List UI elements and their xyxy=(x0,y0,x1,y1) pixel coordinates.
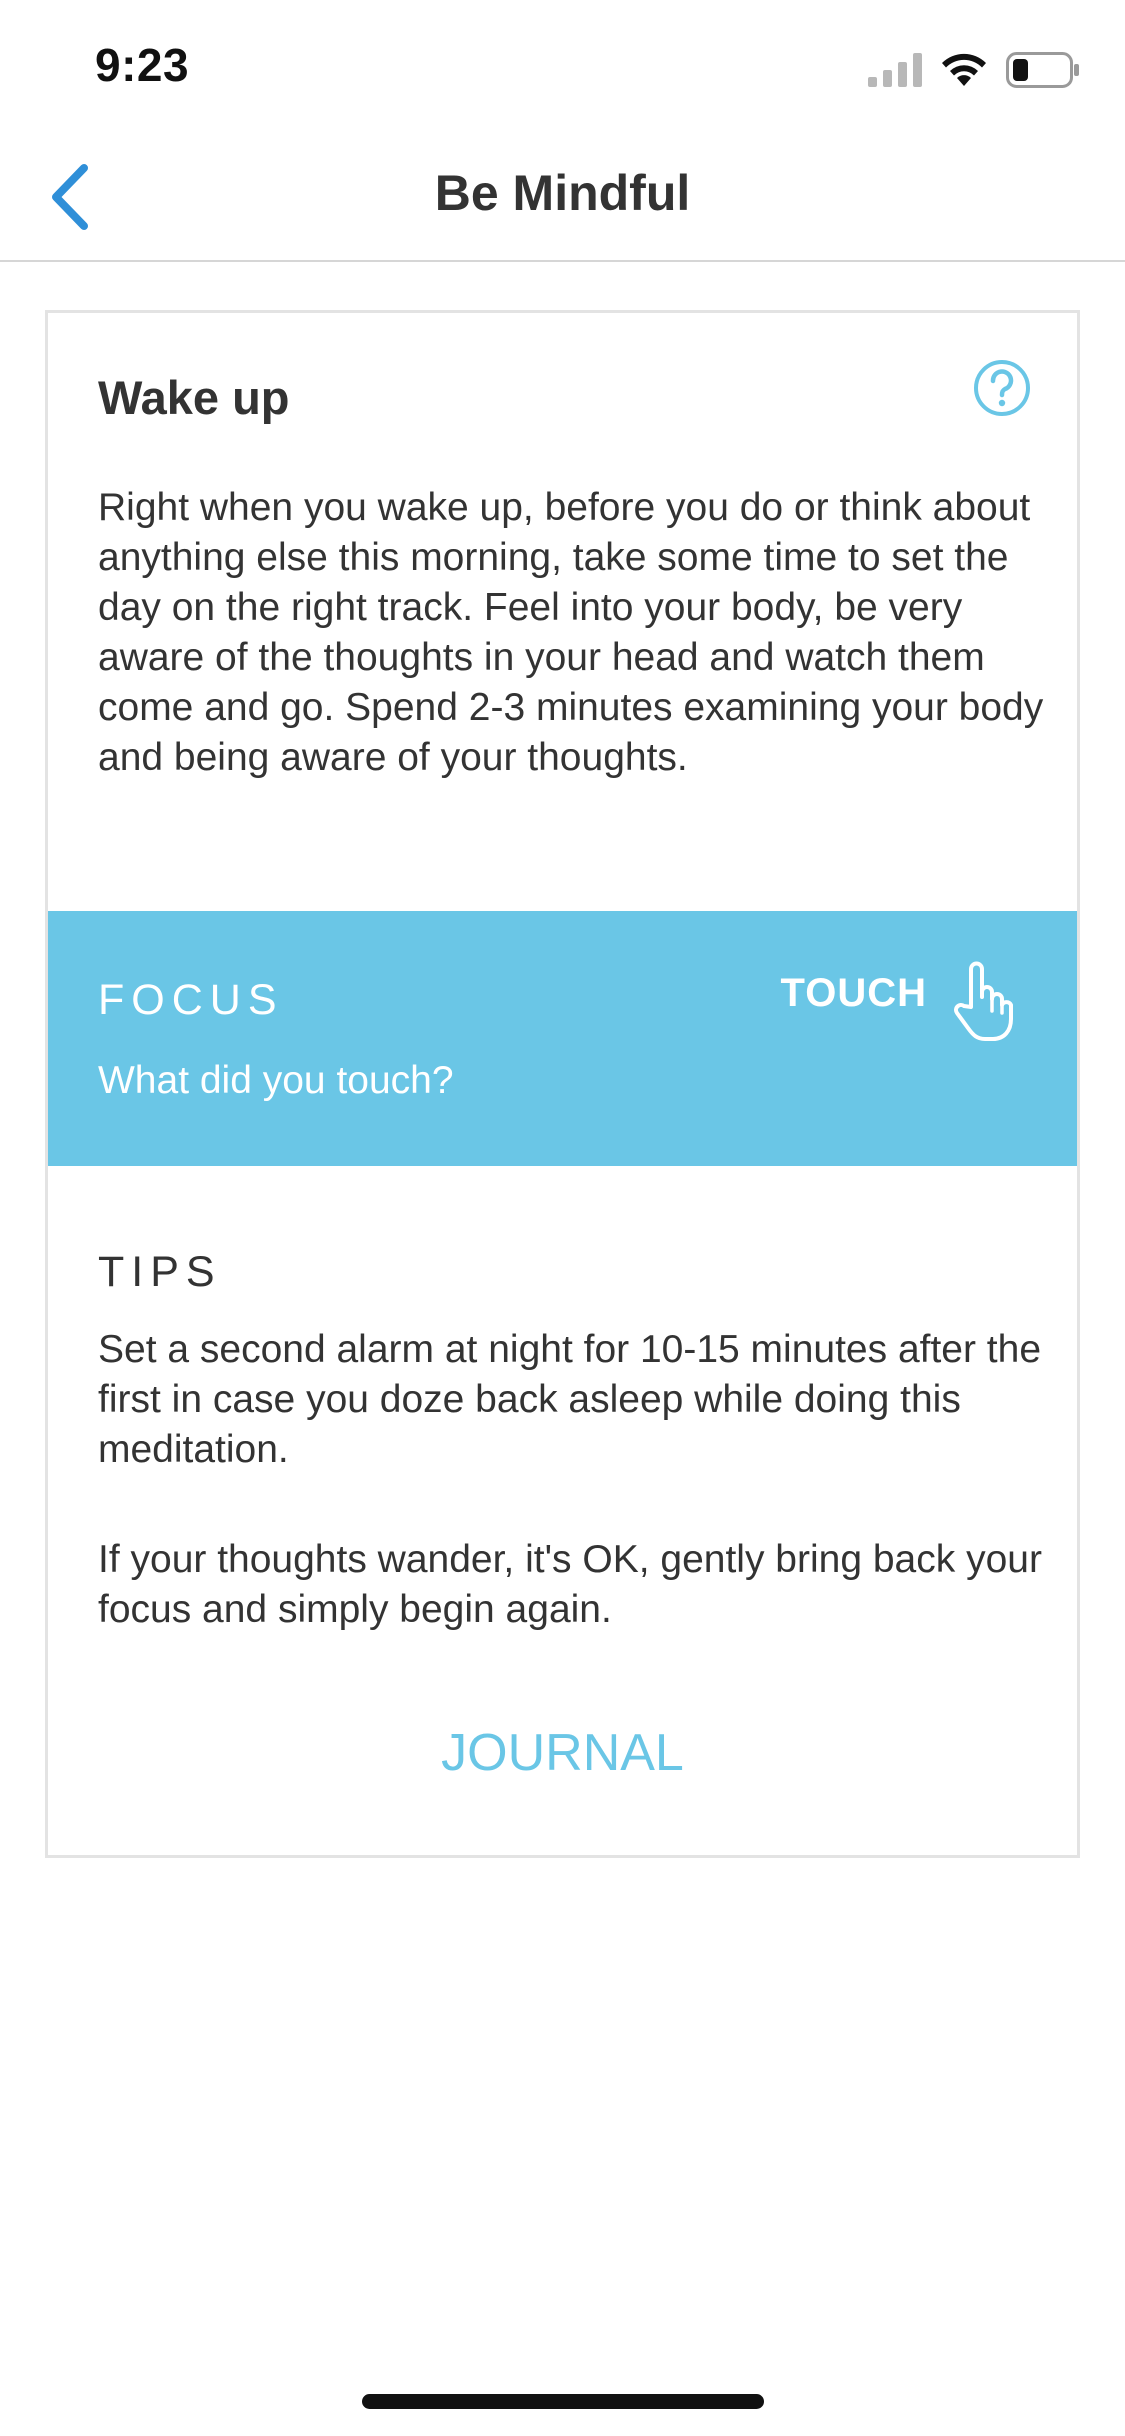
tip-item: Set a second alarm at night for 10-15 mi… xyxy=(98,1328,1042,1471)
tips-label: TIPS xyxy=(98,1248,222,1296)
hand-pointer-icon xyxy=(954,961,1013,1041)
cellular-signal-icon xyxy=(868,53,922,87)
card-header: Wake up xyxy=(98,358,1032,448)
card-description: Right when you wake up, before you do or… xyxy=(98,486,1044,779)
focus-label: FOCUS xyxy=(98,976,284,1024)
status-time: 9:23 xyxy=(95,39,190,91)
focus-question: What did you touch? xyxy=(98,1059,454,1102)
card-title: Wake up xyxy=(98,371,290,424)
focus-band: FOCUS What did you touch? TOUCH xyxy=(48,911,1077,1166)
question-circle-icon xyxy=(974,360,1030,416)
journal-button[interactable]: JOURNAL xyxy=(48,1723,1077,1783)
wifi-icon xyxy=(942,53,986,86)
battery-icon xyxy=(1006,52,1079,88)
help-button[interactable] xyxy=(972,358,1032,418)
touch-sense-label: TOUCH xyxy=(780,971,927,1015)
home-indicator[interactable] xyxy=(362,2394,764,2409)
page-title: Be Mindful xyxy=(434,165,691,221)
tip-item: If your thoughts wander, it's OK, gently… xyxy=(98,1538,1042,1631)
meditation-card: Wake up Right when you wake up, before y… xyxy=(45,310,1080,1858)
nav-bar: Be Mindful xyxy=(0,132,1125,262)
status-bar: 9:23 xyxy=(0,0,1125,132)
status-icons xyxy=(868,50,1080,90)
